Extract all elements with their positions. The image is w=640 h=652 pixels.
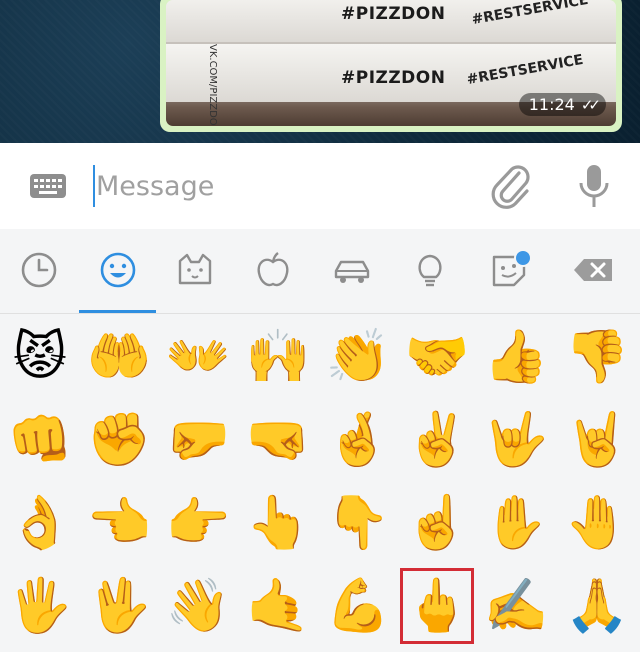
emoji-key[interactable]: 👆 [238, 482, 318, 564]
emoji-key[interactable]: 👐 [158, 316, 238, 398]
emoji-key[interactable]: 👉 [158, 482, 238, 564]
emoji-key[interactable]: 🙏 [557, 565, 637, 647]
message-time-badge: 11:24 ✓✓ [518, 93, 606, 116]
box-service-text-2: #RESTSERVICE [465, 51, 585, 89]
smiley-icon [100, 252, 136, 288]
emoji-key[interactable]: ✊ [79, 399, 159, 481]
emoji-key[interactable]: 🤛 [158, 399, 238, 481]
emoji-key[interactable]: ✍️ [476, 565, 556, 647]
box-site-text: VK.COM/PIZZDON [207, 44, 218, 126]
message-time: 11:24 [528, 95, 575, 114]
emoji-key[interactable]: 👋 [158, 565, 238, 647]
emoji-key-selected[interactable]: 🖕 [397, 565, 477, 647]
microphone-icon[interactable] [574, 161, 614, 211]
emoji-key[interactable]: 🙌 [238, 316, 318, 398]
emoji-key[interactable]: 🖖 [79, 565, 159, 647]
read-ticks-icon: ✓✓ [580, 95, 601, 114]
emoji-key[interactable]: 🤘 [557, 399, 637, 481]
emoji-key[interactable]: ☝️ [397, 482, 477, 564]
pizza-box-photo[interactable]: #PIZZDON #RESTSERVICE #PIZZDON #RESTSERV… [166, 0, 616, 126]
box-brand-text: #PIZZDON [341, 4, 446, 24]
backspace-button[interactable] [570, 247, 616, 293]
apple-icon [257, 252, 289, 287]
tab-smileys[interactable] [95, 247, 141, 293]
message-input[interactable] [96, 163, 466, 209]
emoji-key[interactable]: 🤞 [318, 399, 398, 481]
emoji-key[interactable]: 👈 [79, 482, 159, 564]
emoji-key[interactable]: 🤟 [476, 399, 556, 481]
keyboard-icon[interactable] [30, 174, 66, 198]
tab-stickers[interactable] [486, 247, 532, 293]
clock-icon [21, 252, 57, 288]
emoji-key[interactable]: 🤙 [238, 565, 318, 647]
new-stickers-badge [514, 249, 532, 267]
emoji-key[interactable]: 👍 [476, 316, 556, 398]
emoji-category-tabs [0, 229, 640, 314]
active-tab-indicator [79, 310, 156, 313]
emoji-key[interactable]: 💪 [318, 565, 398, 647]
message-input-bar [0, 143, 640, 230]
emoji-key[interactable]: 🤚 [557, 482, 637, 564]
emoji-key[interactable]: 👏 [318, 316, 398, 398]
emoji-key[interactable]: ✋ [476, 482, 556, 564]
emoji-key[interactable]: 👌 [0, 482, 80, 564]
emoji-key[interactable]: 🤝 [397, 316, 477, 398]
emoji-panel: 😾 🤲 👐 🙌 👏 🤝 👍 👎 👊 ✊ 🤛 🤜 🤞 ✌️ 🤟 🤘 👌 👈 👉 👆 👇 ☝️ ✋ 🤚 🖐 🖖 👋 🤙 💪 🖕 ✍️ 🙏 [0, 229, 640, 652]
emoji-key[interactable]: 👊 [0, 399, 80, 481]
emoji-grid: 😾 🤲 👐 🙌 👏 🤝 👍 👎 👊 ✊ 🤛 🤜 🤞 ✌️ 🤟 🤘 👌 👈 👉 👆 👇 ☝️ ✋ 🤚 🖐 🖖 👋 🤙 💪 🖕 ✍️ 🙏 [0, 316, 640, 652]
tab-recent[interactable] [16, 247, 62, 293]
text-cursor [93, 165, 95, 207]
emoji-key[interactable]: 😾 [0, 316, 80, 398]
attach-icon[interactable] [489, 163, 533, 209]
photo-message-bubble[interactable]: #PIZZDON #RESTSERVICE #PIZZDON #RESTSERV… [160, 0, 622, 132]
tab-animals[interactable] [172, 247, 218, 293]
emoji-key[interactable]: 🤜 [238, 399, 318, 481]
emoji-key[interactable]: ✌️ [397, 399, 477, 481]
tab-food[interactable] [250, 247, 296, 293]
box-brand-text-2: #PIZZDON [341, 68, 446, 88]
car-icon [334, 260, 370, 283]
backspace-icon [574, 259, 612, 281]
emoji-key[interactable]: 🤲 [79, 316, 159, 398]
chat-background: #PIZZDON #RESTSERVICE #PIZZDON #RESTSERV… [0, 0, 640, 143]
tab-travel[interactable] [329, 247, 375, 293]
lightbulb-icon [418, 254, 442, 287]
tab-objects[interactable] [407, 247, 453, 293]
emoji-key[interactable]: 👇 [318, 482, 398, 564]
box-service-text: #RESTSERVICE [470, 0, 590, 29]
emoji-key[interactable]: 🖐 [0, 565, 80, 647]
emoji-key[interactable]: 👎 [557, 316, 637, 398]
cat-icon [178, 253, 212, 285]
